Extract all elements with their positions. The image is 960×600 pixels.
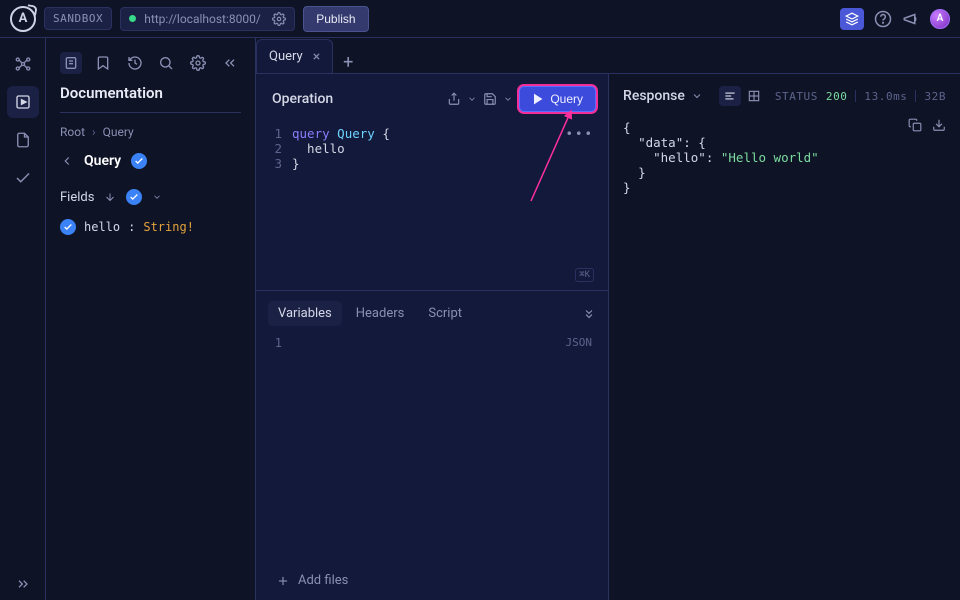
collapse-vars-icon[interactable]	[582, 307, 596, 321]
tab-query[interactable]: Query ×	[256, 39, 333, 73]
crumb-root[interactable]: Root	[60, 125, 85, 139]
doc-title: Documentation	[60, 84, 241, 113]
bookmark-icon[interactable]	[92, 52, 114, 74]
field-type: String!	[143, 220, 194, 234]
publish-button[interactable]: Publish	[303, 6, 368, 32]
doc-view-icon[interactable]	[60, 52, 82, 74]
operation-panel: Operation	[256, 74, 609, 600]
schema-icon[interactable]	[840, 8, 864, 30]
operation-editor[interactable]: ••• 1query Query { 2 hello 3} ⌘K	[256, 120, 608, 290]
response-body[interactable]: { "data": { "hello": "Hello world" } }	[609, 114, 960, 600]
field-sep: :	[128, 220, 135, 234]
share-icon[interactable]	[447, 92, 461, 106]
connection-status-dot	[129, 15, 136, 22]
tab-close-icon[interactable]: ×	[313, 49, 320, 65]
top-bar: A SANDBOX Publish A	[0, 0, 960, 38]
share-dropdown-icon[interactable]	[467, 94, 477, 104]
endpoint-input[interactable]	[144, 12, 264, 26]
tab-headers[interactable]: Headers	[346, 301, 415, 326]
resp-value: "Hello world"	[721, 150, 819, 165]
tab-label: Query	[269, 49, 303, 64]
settings-icon[interactable]	[187, 52, 209, 74]
fields-all-badge[interactable]	[126, 189, 142, 205]
tab-bar: Query × +	[256, 38, 960, 74]
operation-title: Operation	[272, 91, 333, 107]
main-area: Query × + Operation	[256, 38, 960, 600]
status-label: STATUS	[775, 90, 818, 103]
back-icon[interactable]	[60, 154, 74, 168]
user-avatar[interactable]: A	[930, 9, 950, 29]
response-title: Response	[623, 88, 685, 104]
rail-checks-icon[interactable]	[7, 162, 39, 194]
code-brace: {	[375, 126, 390, 141]
download-response-icon[interactable]	[932, 118, 946, 132]
view-json-icon[interactable]	[719, 86, 741, 106]
json-tag: JSON	[566, 336, 593, 349]
code-kw: query	[292, 126, 330, 141]
status-code: 200	[826, 90, 848, 103]
rail-explorer-icon[interactable]	[7, 86, 39, 118]
nav-rail	[0, 38, 46, 600]
type-name: Query	[84, 153, 121, 169]
tab-variables[interactable]: Variables	[268, 301, 342, 326]
env-badge: SANDBOX	[44, 7, 112, 30]
type-selected-badge[interactable]	[131, 153, 147, 169]
variables-editor[interactable]: JSON 1	[256, 336, 608, 561]
crumb-current: Query	[103, 125, 134, 139]
field-name: hello	[84, 220, 120, 234]
app-logo[interactable]: A	[10, 6, 36, 32]
resp-punc: :	[706, 150, 721, 165]
resp-line: {	[623, 120, 946, 135]
search-icon[interactable]	[156, 52, 178, 74]
copy-response-icon[interactable]	[908, 118, 922, 132]
endpoint-settings-icon[interactable]	[272, 12, 286, 26]
view-table-icon[interactable]	[743, 86, 765, 106]
resp-line: }	[623, 180, 946, 195]
resp-punc: : {	[683, 135, 706, 150]
tab-add-button[interactable]: +	[333, 52, 363, 73]
field-selected-badge[interactable]	[60, 219, 76, 235]
resp-key: "data"	[623, 135, 683, 150]
tab-script[interactable]: Script	[418, 301, 472, 326]
response-size: 32B	[924, 90, 946, 103]
keyboard-hint: ⌘K	[575, 268, 594, 282]
var-gutter-1: 1	[256, 336, 292, 350]
sort-icon[interactable]	[104, 191, 116, 203]
editor-more-icon[interactable]: •••	[565, 126, 594, 141]
breadcrumb: Root › Query	[60, 125, 241, 139]
collapse-sidebar-icon[interactable]	[219, 52, 241, 74]
response-time: 13.0ms	[864, 90, 907, 103]
code-field: hello	[292, 141, 345, 156]
field-row[interactable]: hello: String!	[60, 219, 241, 235]
response-dropdown-icon[interactable]	[691, 90, 703, 102]
run-query-button[interactable]: Query	[519, 86, 596, 112]
add-files-label: Add files	[298, 573, 348, 588]
rail-document-icon[interactable]	[7, 124, 39, 156]
run-button-label: Query	[550, 92, 583, 106]
fields-dropdown-icon[interactable]	[152, 192, 162, 202]
help-icon[interactable]	[874, 10, 892, 28]
doc-sidebar: Documentation Root › Query Query Fields	[46, 38, 256, 600]
announcement-icon[interactable]	[902, 10, 920, 28]
save-icon[interactable]	[483, 92, 497, 106]
code-close: }	[292, 156, 300, 171]
history-icon[interactable]	[124, 52, 146, 74]
url-bar[interactable]	[120, 7, 295, 31]
resp-line: }	[623, 165, 946, 180]
rail-expand-icon[interactable]	[7, 568, 39, 600]
resp-key: "hello"	[623, 150, 706, 165]
code-name: Query	[330, 126, 375, 141]
save-dropdown-icon[interactable]	[503, 94, 513, 104]
rail-graph-icon[interactable]	[7, 48, 39, 80]
fields-label: Fields	[60, 190, 94, 205]
add-files-button[interactable]: Add files	[256, 561, 608, 600]
response-panel: Response STATUS	[609, 74, 960, 600]
